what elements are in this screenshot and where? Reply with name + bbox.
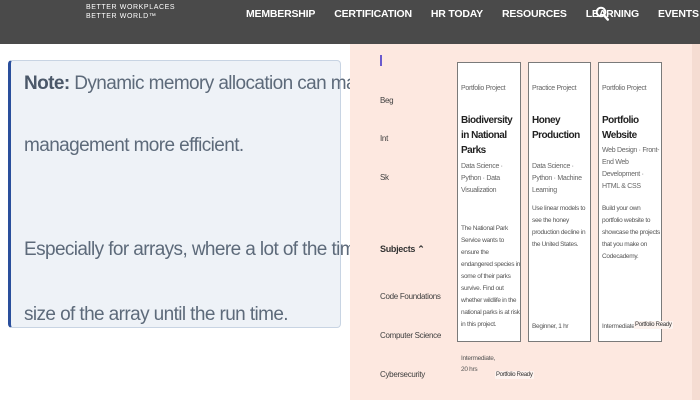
card-type: Practice Project xyxy=(532,85,577,92)
nav-item-learning[interactable]: LEARNING xyxy=(586,8,639,20)
main-nav: MEMBERSHIP CERTIFICATION HR TODAY RESOUR… xyxy=(246,7,700,21)
nav-item-hr-today[interactable]: HR TODAY xyxy=(431,8,483,20)
card-description: Use linear models to see the honey produ… xyxy=(532,205,586,248)
logo-line-1: BETTER WORKPLACES xyxy=(86,4,176,11)
card-type: Portfolio Project xyxy=(461,85,506,92)
subjects-toggle[interactable]: Subjects ⌃ xyxy=(380,244,425,255)
card-tags: Web Design · Front-End Web Development ·… xyxy=(602,147,660,190)
portfolio-ready-badge: Portfolio Ready xyxy=(495,371,534,379)
card-type: Portfolio Project xyxy=(602,85,647,92)
note-label: Note: xyxy=(24,73,70,94)
card-title: Portfolio Website xyxy=(602,115,639,141)
card-tags: Data Science · Python · Data Visualizati… xyxy=(461,163,503,194)
card-title: Biodiversity in National Parks xyxy=(461,115,513,156)
nav-item-resources[interactable]: RESOURCES xyxy=(502,8,567,20)
article-paragraph: size of the array until the run time. xyxy=(24,304,289,325)
filter-subject-code-foundations[interactable]: Code Foundations xyxy=(380,292,441,301)
project-card-honey-production[interactable]: Practice Project Honey Production Data S… xyxy=(528,62,591,342)
catalog-scrollbar[interactable] xyxy=(692,44,700,400)
filter-subject-computer-science[interactable]: Computer Science xyxy=(380,331,441,340)
top-nav-bar: BETTER WORKPLACES BETTER WORLD™ MEMBERSH… xyxy=(0,0,700,44)
card-description: The National Park Service wants to ensur… xyxy=(461,225,521,328)
card-tags: Data Science · Python · Machine Learning xyxy=(532,163,582,194)
filter-level-intermediate[interactable]: Int xyxy=(380,134,388,143)
nav-item-membership[interactable]: MEMBERSHIP xyxy=(246,8,315,20)
logo-line-2: BETTER WORLD™ xyxy=(86,13,157,20)
note-line-2: management more efficient. xyxy=(24,135,244,156)
filter-level-skill[interactable]: Sk xyxy=(380,173,389,182)
note-callout xyxy=(8,60,341,328)
search-icon[interactable] xyxy=(595,6,609,21)
nav-item-certification[interactable]: CERTIFICATION xyxy=(334,8,412,20)
card-title: Honey Production xyxy=(532,115,580,141)
project-card-portfolio-website[interactable]: Portfolio Project Portfolio Website Web … xyxy=(598,62,673,342)
card-meta: Beginner, 1 hr xyxy=(532,323,569,330)
card-meta: Intermediate, 20 hrs xyxy=(461,355,496,373)
card-description: Build your own portfolio website to show… xyxy=(602,205,661,260)
filter-indicator xyxy=(380,55,382,66)
nav-item-events[interactable]: EVENTS xyxy=(658,8,699,20)
filter-level-beginner[interactable]: Beg xyxy=(380,96,394,105)
portfolio-ready-badge: Portfolio Ready xyxy=(634,321,673,329)
filter-subject-cybersecurity[interactable]: Cybersecurity xyxy=(380,370,425,379)
site-logo[interactable]: BETTER WORKPLACES BETTER WORLD™ xyxy=(86,3,175,21)
project-card-biodiversity[interactable]: Portfolio Project Biodiversity in Nation… xyxy=(457,62,534,379)
